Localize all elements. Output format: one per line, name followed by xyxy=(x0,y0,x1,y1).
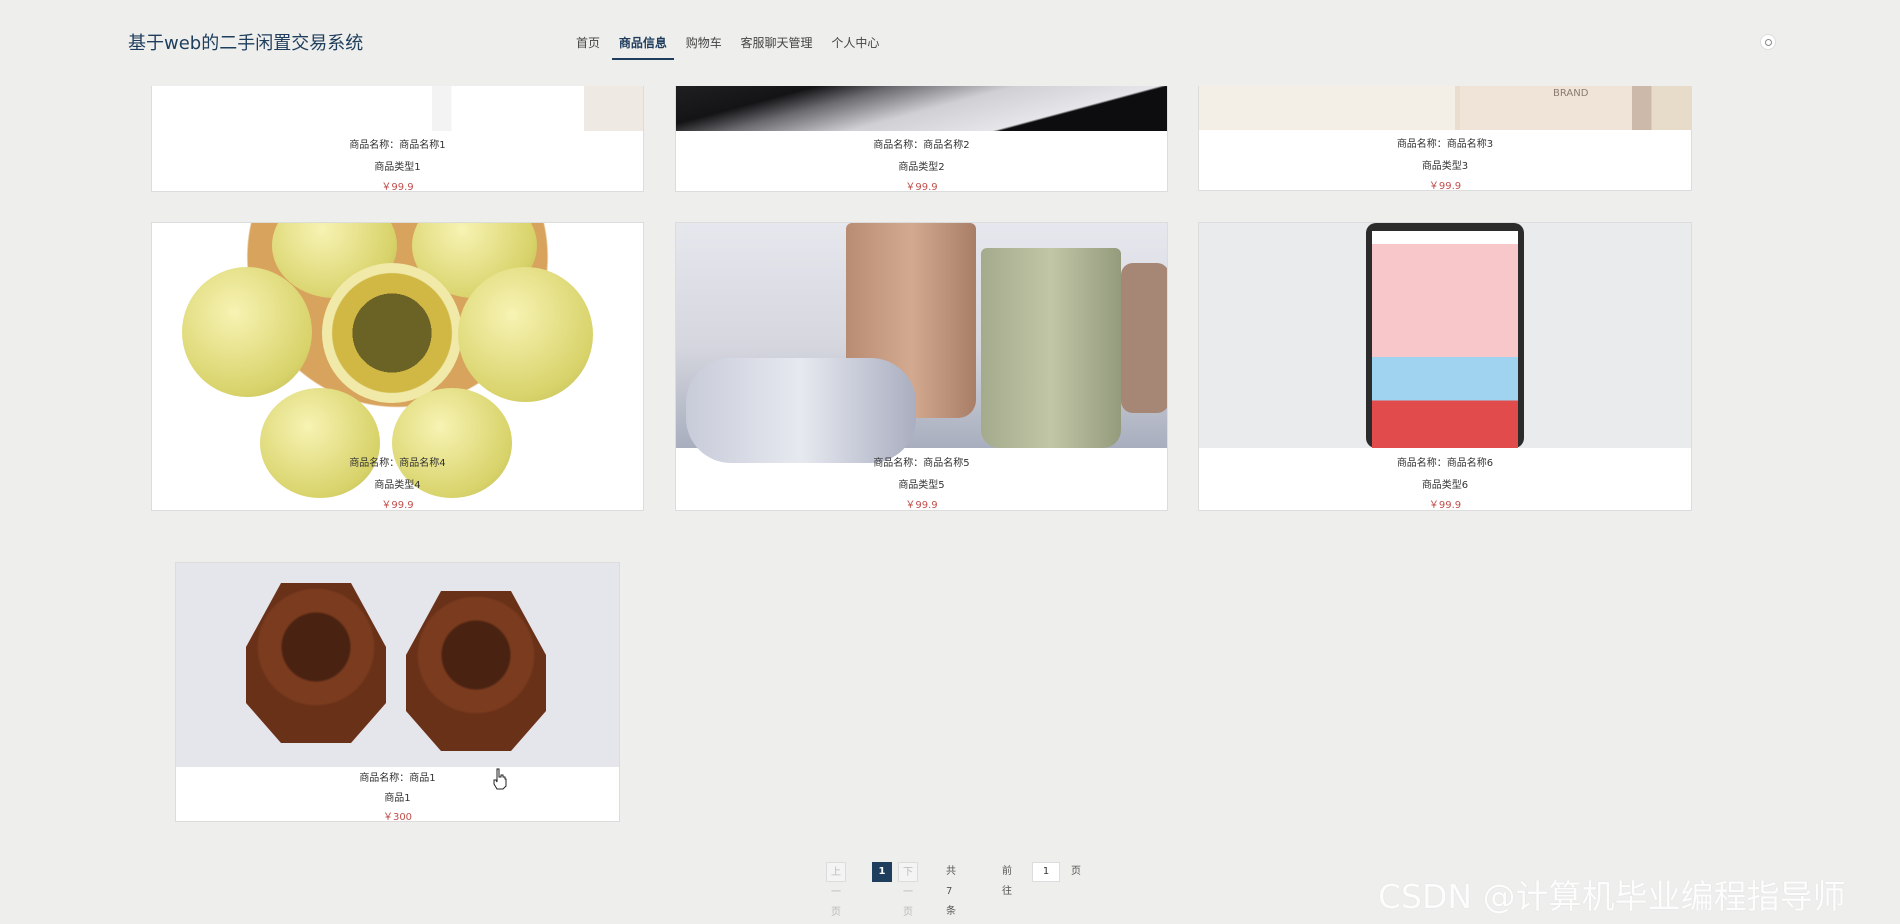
next-page-button[interactable]: 下一页 xyxy=(898,862,918,918)
product-image[interactable] xyxy=(176,563,619,767)
nav-customer-chat[interactable]: 客服聊天管理 xyxy=(741,34,813,75)
logout-icon[interactable] xyxy=(1760,34,1776,50)
product-image[interactable] xyxy=(1199,223,1691,448)
hand-cursor-icon xyxy=(493,768,507,790)
product-name: 商品名称：商品名称4 xyxy=(349,458,446,469)
product-type: 商品类型3 xyxy=(1421,161,1469,172)
product-card-4[interactable]: 商品名称：商品名称4 商品类型4 ￥99.9 xyxy=(151,222,644,511)
product-name: 商品名称：商品名称5 xyxy=(873,458,970,469)
product-image[interactable] xyxy=(676,223,1167,463)
product-price: ￥99.9 xyxy=(905,500,938,511)
product-name: 商品名称：商品名称1 xyxy=(349,140,446,151)
nav-cart[interactable]: 购物车 xyxy=(686,34,722,75)
product-type: 商品类型2 xyxy=(898,162,945,173)
product-card-5[interactable]: 商品名称：商品名称5 商品类型5 ￥99.9 xyxy=(675,222,1168,511)
watermark: CSDN @计算机毕业编程指导师 xyxy=(1378,877,1846,916)
product-type: 商品类型5 xyxy=(898,480,945,491)
product-name: 商品名称：商品1 xyxy=(359,773,436,784)
nav-products[interactable]: 商品信息 xyxy=(611,34,674,75)
product-name: 商品名称：商品名称6 xyxy=(1396,458,1494,469)
product-card-6[interactable]: 商品名称：商品名称6 商品类型6 ￥99.9 xyxy=(1198,222,1692,511)
nav-home[interactable]: 首页 xyxy=(576,34,600,75)
top-header: 基于web的二手闲置交易系统 首页 商品信息 购物车 客服聊天管理 个人中心 xyxy=(0,0,1900,86)
product-type: 商品类型1 xyxy=(374,162,421,173)
product-type: 商品类型4 xyxy=(374,480,421,491)
product-type: 商品类型6 xyxy=(1421,480,1469,491)
product-image[interactable] xyxy=(152,223,643,498)
brand-text: BRAND xyxy=(1553,88,1589,99)
main-nav: 首页 商品信息 购物车 客服聊天管理 个人中心 xyxy=(576,34,894,75)
product-card-7[interactable]: 商品名称：商品1 商品1 ￥300 xyxy=(175,562,620,822)
total-count: 共 7 条 xyxy=(946,866,956,917)
product-price: ￥99.9 xyxy=(1428,181,1462,191)
product-price: ￥99.9 xyxy=(381,500,414,511)
prev-page-button[interactable]: 上一页 xyxy=(826,862,846,918)
product-name: 商品名称：商品名称2 xyxy=(873,140,970,151)
page-suffix: 页 xyxy=(1071,866,1081,877)
goto-page-input[interactable] xyxy=(1032,862,1060,882)
product-price: ￥99.9 xyxy=(381,182,414,192)
goto-label: 前往 xyxy=(1002,866,1012,897)
product-price: ￥99.9 xyxy=(1428,500,1462,511)
site-title: 基于web的二手闲置交易系统 xyxy=(128,33,364,54)
nav-profile[interactable]: 个人中心 xyxy=(831,34,879,75)
page-1-button[interactable]: 1 xyxy=(872,862,892,882)
product-price: ￥99.9 xyxy=(905,182,938,192)
product-price: ￥300 xyxy=(382,812,413,822)
product-name: 商品名称：商品名称3 xyxy=(1396,139,1494,150)
product-type: 商品1 xyxy=(384,793,411,804)
